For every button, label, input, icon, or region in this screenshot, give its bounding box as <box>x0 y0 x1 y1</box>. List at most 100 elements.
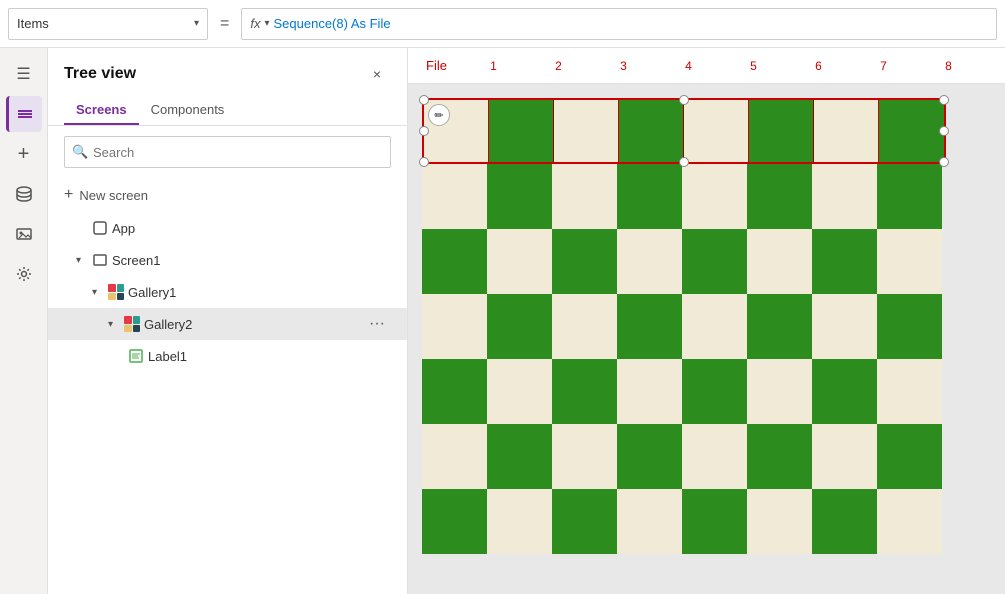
tree-item-gallery2[interactable]: ▾ Gallery2 ··· <box>48 308 407 340</box>
checker-cell <box>552 359 617 424</box>
checker-cell <box>617 229 682 294</box>
checker-row-6 <box>422 489 946 554</box>
checker-cell <box>877 229 942 294</box>
checker-cell <box>812 229 877 294</box>
tree-item-screen1[interactable]: ▾ Screen1 <box>48 244 407 276</box>
handle-br[interactable] <box>939 157 949 167</box>
dropdown-arrow-icon: ▾ <box>194 18 199 29</box>
checker-cell <box>682 424 747 489</box>
checker-cell <box>877 294 942 359</box>
checker-cell <box>812 424 877 489</box>
canvas-scroll[interactable]: ✏ <box>408 84 1005 594</box>
checker-cell <box>747 229 812 294</box>
tree-content: App ▾ Screen1 ▾ <box>48 212 407 594</box>
col-2: 2 <box>526 59 591 73</box>
gallery1-label: Gallery1 <box>128 285 391 300</box>
pencil-icon: ✏ <box>434 109 443 122</box>
main-area: ☰ + <box>0 48 1005 594</box>
items-dropdown[interactable]: Items ▾ <box>8 8 208 40</box>
settings-icon[interactable] <box>6 256 42 292</box>
checker-cell <box>682 294 747 359</box>
handle-bl[interactable] <box>419 157 429 167</box>
gallery-cell-5 <box>684 100 749 162</box>
tab-screens[interactable]: Screens <box>64 96 139 125</box>
gallery1-expand-icon: ▾ <box>92 287 104 298</box>
checker-cell <box>617 359 682 424</box>
new-screen-button[interactable]: + New screen <box>48 178 407 212</box>
checker-cell <box>682 489 747 554</box>
col-3: 3 <box>591 59 656 73</box>
hamburger-icon[interactable]: ☰ <box>6 56 42 92</box>
checker-cell <box>747 359 812 424</box>
checkerboard <box>422 164 946 554</box>
search-input[interactable] <box>64 136 391 168</box>
tree-tabs: Screens Components <box>48 96 407 126</box>
fx-chevron-icon: ▾ <box>264 18 269 29</box>
checker-cell <box>617 424 682 489</box>
col-5: 5 <box>721 59 786 73</box>
checker-cell <box>552 489 617 554</box>
equals-sign: = <box>216 15 233 33</box>
handle-tm[interactable] <box>679 95 689 105</box>
tab-components[interactable]: Components <box>139 96 237 125</box>
checker-cell <box>422 294 487 359</box>
checker-row-1 <box>422 164 946 229</box>
label1-label: Label1 <box>148 349 391 364</box>
tree-item-label1[interactable]: Label1 <box>48 340 407 372</box>
handle-tl[interactable] <box>419 95 429 105</box>
edit-icon[interactable]: ✏ <box>428 104 450 126</box>
checker-cell <box>877 424 942 489</box>
col-8: 8 <box>916 59 981 73</box>
top-bar: Items ▾ = fx ▾ Sequence(8) As File <box>0 0 1005 48</box>
checker-row-3 <box>422 294 946 359</box>
gallery2-more-button[interactable]: ··· <box>363 314 391 334</box>
selected-gallery-strip[interactable]: ✏ <box>422 98 946 164</box>
checker-row-4 <box>422 359 946 424</box>
checker-cell <box>812 164 877 229</box>
handle-tr[interactable] <box>939 95 949 105</box>
col-4: 4 <box>656 59 721 73</box>
gallery-cell-7 <box>814 100 879 162</box>
expand-icon: ▾ <box>76 255 88 266</box>
checker-cell <box>422 424 487 489</box>
checker-cell <box>487 229 552 294</box>
gallery-cell-2 <box>489 100 554 162</box>
checker-cell <box>552 164 617 229</box>
gallery-cell-8 <box>879 100 944 162</box>
checker-cell <box>617 489 682 554</box>
checkerboard-container: ✏ <box>422 98 946 554</box>
checker-cell <box>747 489 812 554</box>
checker-row-5 <box>422 424 946 489</box>
gallery2-expand-icon: ▾ <box>108 319 120 330</box>
tree-close-button[interactable]: × <box>363 60 391 88</box>
new-screen-plus-icon: + <box>64 186 73 204</box>
add-icon[interactable]: + <box>6 136 42 172</box>
checker-cell <box>877 359 942 424</box>
layers-icon[interactable] <box>6 96 42 132</box>
fx-bar[interactable]: fx ▾ Sequence(8) As File <box>241 8 997 40</box>
checker-cell <box>812 489 877 554</box>
fx-label: fx <box>250 16 260 31</box>
tree-item-app[interactable]: App <box>48 212 407 244</box>
checker-row-2 <box>422 229 946 294</box>
gallery-cell-3 <box>554 100 619 162</box>
checker-cell <box>812 294 877 359</box>
screen1-label: Screen1 <box>112 253 391 268</box>
media-icon[interactable] <box>6 216 42 252</box>
checker-cell <box>617 294 682 359</box>
file-tab[interactable]: File <box>416 54 457 77</box>
tree-panel: Tree view × Screens Components 🔍 + New s… <box>48 48 408 594</box>
checker-cell <box>747 294 812 359</box>
tree-item-gallery1[interactable]: ▾ Gallery1 <box>48 276 407 308</box>
handle-bm[interactable] <box>679 157 689 167</box>
data-icon[interactable] <box>6 176 42 212</box>
checker-cell <box>487 424 552 489</box>
checker-cell <box>487 359 552 424</box>
items-dropdown-label: Items <box>17 16 190 31</box>
handle-mr[interactable] <box>939 126 949 136</box>
col-7: 7 <box>851 59 916 73</box>
checker-cell <box>747 164 812 229</box>
col-6: 6 <box>786 59 851 73</box>
handle-ml[interactable] <box>419 126 429 136</box>
canvas-area: File 1 2 3 4 5 6 7 8 <box>408 48 1005 594</box>
